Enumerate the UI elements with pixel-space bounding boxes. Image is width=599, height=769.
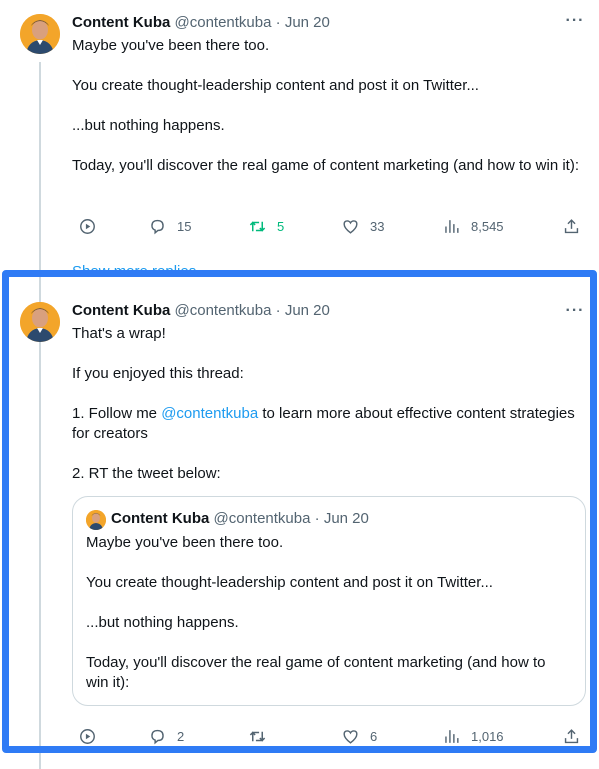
tweet-paragraph: 1. Follow me @contentkuba to learn more … [72, 404, 584, 444]
retweet-count: 5 [277, 218, 285, 234]
view-count: 1,016 [471, 728, 504, 744]
text-segment: 1. Follow me [72, 405, 162, 422]
tweet-paragraph: Maybe you've been there too. [72, 37, 270, 54]
tweet-date[interactable]: Jun 20 [285, 14, 330, 31]
quoted-paragraph: You create thought-leadership content an… [86, 574, 493, 591]
like-button[interactable]: 33 [341, 215, 384, 237]
quoted-paragraph: Today, you'll discover the real game of … [86, 654, 546, 691]
tweet-text: That's a wrap! If you enjoyed this threa… [72, 324, 584, 484]
reply-count: 15 [177, 218, 192, 234]
author-name[interactable]: Content Kuba [72, 14, 170, 31]
more-options-icon[interactable]: ··· [565, 303, 585, 324]
analytics-button[interactable]: 1,016 [442, 725, 504, 747]
quoted-author-handle: @contentkuba [213, 510, 311, 527]
retweet-icon [249, 730, 266, 742]
like-button[interactable]: 6 [341, 725, 377, 747]
quoted-date: Jun 20 [323, 510, 369, 527]
retweet-button[interactable]: 5 [248, 215, 284, 237]
separator-dot: · [275, 302, 281, 319]
reply-button[interactable]: 15 [148, 215, 191, 237]
like-count: 33 [370, 218, 385, 234]
quoted-author-name: Content Kuba [111, 510, 210, 527]
tweet-header: Content Kuba @contentkuba · Jun 20 [72, 302, 330, 322]
show-more-replies-link[interactable]: Show more replies [72, 263, 196, 275]
mention-link[interactable]: @contentkuba [161, 405, 258, 422]
quoted-text: Maybe you've been there too. You create … [86, 533, 566, 693]
avatar[interactable] [20, 302, 60, 342]
tweet-paragraph: 2. RT the tweet below: [72, 465, 221, 482]
retweet-button[interactable] [248, 725, 267, 747]
separator-dot: · [275, 14, 281, 31]
view-button[interactable] [78, 725, 97, 747]
tweet-paragraph: That's a wrap! [72, 325, 166, 342]
reply-icon [151, 219, 164, 234]
tweet-header: Content Kuba @contentkuba · Jun 20 [72, 14, 330, 34]
bar-chart-icon [445, 219, 459, 233]
tweet-paragraph: ...but nothing happens. [72, 117, 225, 134]
share-icon [564, 218, 579, 233]
tweet-first[interactable]: Content Kuba @contentkuba · Jun 20 ··· M… [0, 0, 599, 275]
avatar[interactable] [20, 14, 60, 54]
share-icon [564, 728, 579, 743]
tweet-paragraph: If you enjoyed this thread: [72, 365, 244, 382]
tweet-date[interactable]: Jun 20 [285, 302, 330, 319]
reply-button[interactable]: 2 [148, 725, 184, 747]
reply-count: 2 [177, 728, 185, 744]
author-name[interactable]: Content Kuba [72, 302, 170, 319]
share-button[interactable] [562, 215, 581, 237]
quoted-avatar [86, 510, 106, 530]
quoted-paragraph: ...but nothing happens. [86, 614, 239, 631]
tweet-paragraph: You create thought-leadership content an… [72, 77, 479, 94]
like-count: 6 [370, 728, 378, 744]
more-options-icon[interactable]: ··· [565, 13, 585, 34]
tweet-actions: 15 5 33 8,545 [72, 215, 584, 237]
author-handle[interactable]: @contentkuba [175, 302, 272, 319]
view-count: 8,545 [471, 218, 504, 234]
view-button[interactable] [78, 215, 97, 237]
heart-icon [343, 729, 358, 744]
tweet-second[interactable]: Content Kuba @contentkuba · Jun 20 ··· T… [0, 287, 599, 769]
author-handle[interactable]: @contentkuba [175, 14, 272, 31]
heart-icon [343, 219, 358, 234]
retweet-icon [249, 220, 266, 232]
tweet-text: Maybe you've been there too. You create … [72, 36, 584, 176]
play-circle-icon [80, 218, 95, 234]
quoted-header: Content Kuba @contentkuba · Jun 20 [111, 510, 369, 527]
analytics-button[interactable]: 8,545 [442, 215, 504, 237]
play-circle-icon [80, 728, 95, 744]
bar-chart-icon [445, 729, 459, 743]
tweet-actions: 2 6 1,016 [72, 725, 584, 747]
reply-icon [151, 729, 164, 744]
tweet-paragraph: Today, you'll discover the real game of … [72, 157, 580, 174]
separator-dot: · [314, 510, 320, 527]
quoted-tweet[interactable]: Content Kuba @contentkuba · Jun 20 Maybe… [72, 496, 586, 706]
share-button[interactable] [562, 725, 581, 747]
quoted-paragraph: Maybe you've been there too. [86, 534, 284, 551]
